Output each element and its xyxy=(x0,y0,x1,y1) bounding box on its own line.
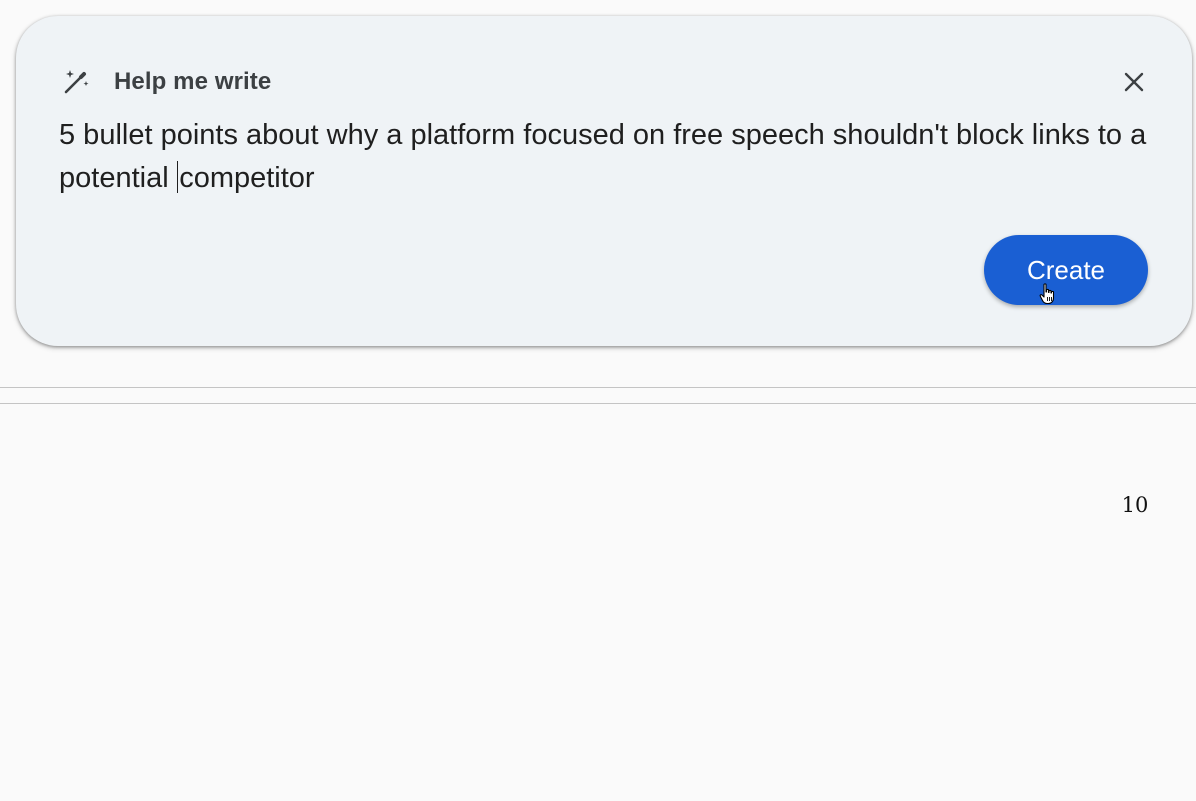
close-icon xyxy=(1124,72,1144,92)
page-number: 10 xyxy=(1121,493,1149,517)
document-page-divider-top xyxy=(0,387,1196,388)
dialog-header: Help me write xyxy=(62,68,271,96)
text-caret xyxy=(176,161,179,193)
prompt-text-after-caret: competitor xyxy=(179,162,315,194)
magic-wand-icon xyxy=(64,70,89,94)
prompt-input[interactable]: 5 bullet points about why a platform foc… xyxy=(59,114,1159,200)
dialog-title: Help me write xyxy=(114,68,272,95)
create-button[interactable]: Create xyxy=(984,235,1148,305)
hand-pointer-cursor-icon xyxy=(1039,283,1055,305)
document-page-divider-bottom xyxy=(0,403,1196,404)
help-me-write-dialog: Help me write 5 bullet points about why … xyxy=(16,16,1192,346)
close-button[interactable] xyxy=(1120,68,1148,96)
